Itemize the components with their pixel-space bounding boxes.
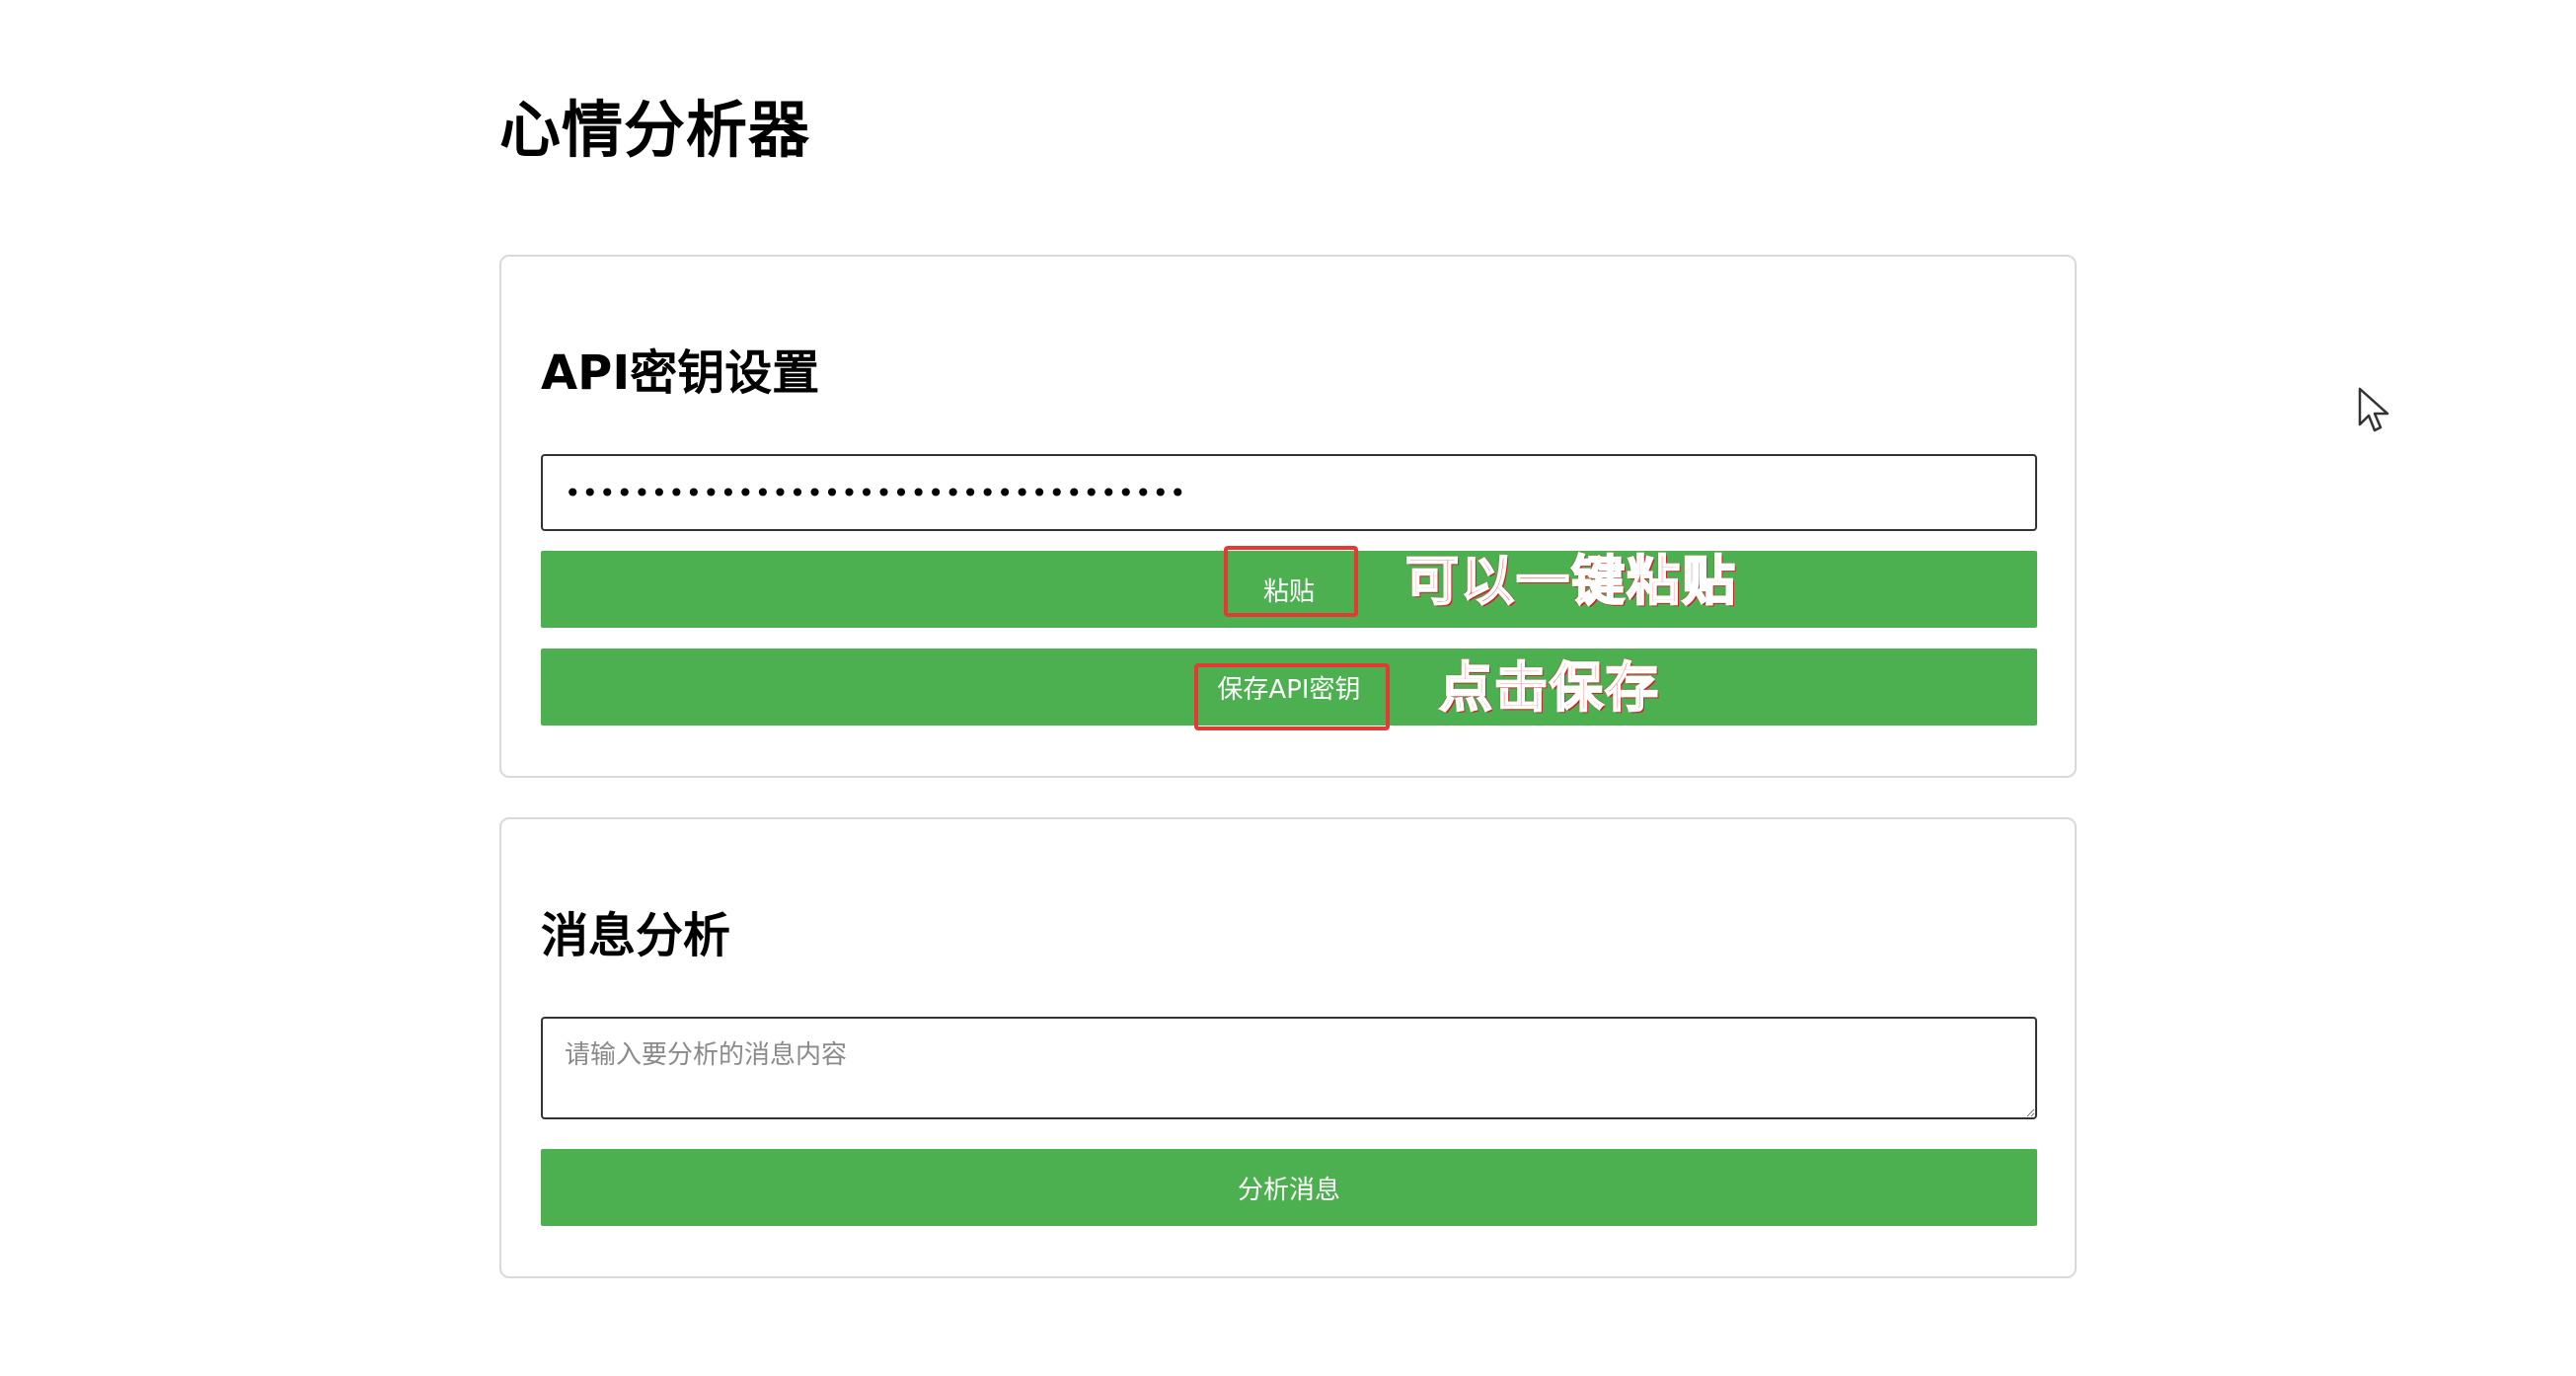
app-title: 心情分析器 [499, 94, 811, 166]
mouse-cursor-icon [2358, 387, 2389, 432]
paste-button[interactable]: 粘贴 [541, 551, 2037, 628]
api-key-input[interactable] [541, 454, 2037, 531]
save-api-key-button[interactable]: 保存API密钥 [541, 649, 2037, 726]
api-key-section-title: API密钥设置 [541, 345, 820, 401]
page: 心情分析器 API密钥设置 粘贴 保存API密钥 消息分析 分析消息 可以一键粘… [0, 0, 2576, 1376]
message-analysis-card: 消息分析 分析消息 [499, 817, 2077, 1278]
save-annotation-text: 点击保存 [1438, 655, 1660, 720]
paste-annotation-text: 可以一键粘贴 [1404, 549, 1737, 613]
api-key-settings-card: API密钥设置 粘贴 保存API密钥 [499, 255, 2077, 778]
message-section-title: 消息分析 [541, 908, 731, 963]
analyze-message-button[interactable]: 分析消息 [541, 1149, 2037, 1226]
message-input[interactable] [541, 1017, 2037, 1119]
